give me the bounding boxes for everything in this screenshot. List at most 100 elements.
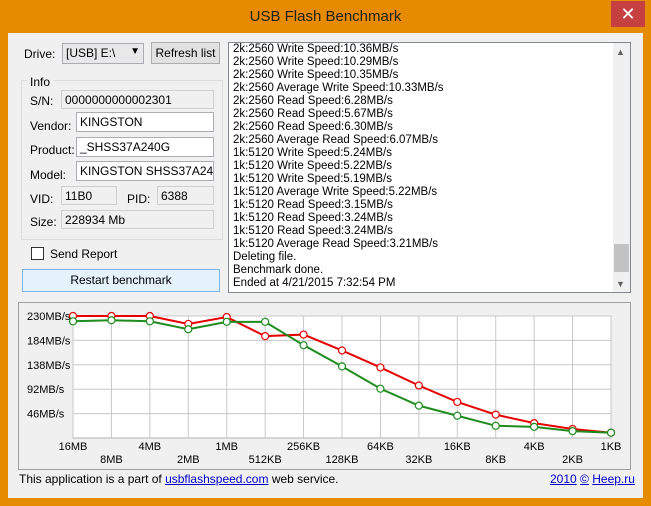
vendor-field[interactable]: KINGSTON (76, 112, 214, 132)
x-tick-label: 4MB (139, 441, 162, 453)
log-lines: 2k:2560 Write Speed:10.36MB/s 2k:2560 Wri… (233, 43, 608, 290)
speed-chart-svg: 230MB/s 184MB/s 138MB/s 92MB/s 46MB/s 16MB 8MB… (27, 311, 622, 466)
footer-suffix: web service. (268, 472, 339, 486)
send-report-label[interactable]: Send Report (50, 247, 117, 261)
x-tick-label: 64KB (367, 441, 394, 453)
drive-select-value: [USB] E:\ (66, 46, 116, 60)
data-point (530, 422, 539, 431)
heep-link[interactable]: Heep.ru (592, 472, 635, 486)
vid-label: VID: (30, 192, 54, 206)
data-point (337, 362, 347, 371)
x-tick-label: 2KB (562, 454, 583, 466)
pid-field: 6388 (157, 186, 214, 205)
scroll-down-icon[interactable]: ▼ (616, 279, 625, 289)
size-field: 228934 Mb (61, 210, 214, 229)
refresh-list-button[interactable]: Refresh list (151, 42, 220, 64)
data-point (222, 317, 231, 326)
log-line: 1k:5120 Read Speed:3.24MB/s (233, 225, 393, 237)
vendor-label: Vendor: (30, 119, 72, 133)
data-point (376, 384, 385, 393)
log-line: Benchmark done. (233, 264, 324, 276)
model-field[interactable]: KINGSTON SHSS37A240G (76, 161, 214, 181)
log-line: 2k:2560 Read Speed:6.30MB/s (233, 121, 393, 133)
y-tick-label: 230MB/s (27, 311, 71, 323)
data-point (261, 332, 270, 341)
x-tick-label: 1MB (215, 441, 238, 453)
sn-field: 0000000000002301 (61, 90, 214, 109)
close-button[interactable]: ✕ (611, 1, 645, 27)
log-line: 1k:5120 Read Speed:3.15MB/s (233, 199, 393, 211)
x-tick-label: 16KB (444, 441, 471, 453)
product-label: Product: (30, 143, 75, 157)
size-label: Size: (30, 215, 57, 229)
x-tick-label: 128KB (325, 454, 358, 466)
x-tick-label: 1KB (601, 441, 622, 453)
footer-prefix: This application is a part of (19, 472, 166, 486)
drive-label: Drive: (24, 47, 56, 61)
x-tick-label: 256KB (287, 441, 320, 453)
log-line: 1k:5120 Average Read Speed:3.21MB/s (233, 238, 439, 250)
x-tick-label: 8KB (485, 454, 506, 466)
sn-label: S/N: (30, 94, 54, 108)
data-point (145, 317, 154, 326)
footer-text: This application is a part of usbflashsp… (19, 472, 339, 486)
drive-select[interactable]: [USB] E:\ ▼ (62, 43, 144, 64)
data-point (299, 330, 308, 339)
data-point (491, 410, 500, 419)
send-report-checkbox[interactable] (31, 247, 44, 260)
data-point (414, 401, 423, 410)
data-point (606, 428, 616, 437)
data-point (299, 341, 308, 350)
data-point (453, 397, 462, 407)
window-title: USB Flash Benchmark (249, 8, 402, 25)
restart-benchmark-button[interactable]: Restart benchmark (22, 269, 220, 292)
product-field[interactable]: _SHSS37A240G (76, 137, 214, 157)
data-point (337, 346, 347, 355)
y-tick-label: 138MB/s (27, 360, 71, 372)
data-point (184, 325, 193, 334)
data-point (107, 316, 116, 325)
log-line: 2k:2560 Write Speed:10.36MB/s (233, 43, 399, 55)
copyright: 2010 © Heep.ru (550, 472, 635, 486)
log-textbox[interactable]: 2k:2560 Write Speed:10.36MB/s 2k:2560 Wri… (228, 42, 631, 293)
info-group-title: Info (27, 75, 54, 89)
log-scrollbar[interactable]: ▲ ▼ (613, 43, 630, 292)
data-point (414, 381, 423, 390)
log-line: 1k:5120 Average Write Speed:5.22MB/s (233, 186, 438, 198)
x-tick-label: 2MB (177, 454, 200, 466)
data-point (568, 427, 577, 436)
x-tick-label: 512KB (249, 454, 282, 466)
log-line: 1k:5120 Read Speed:3.24MB/s (233, 212, 393, 224)
y-tick-label: 184MB/s (27, 335, 71, 347)
x-tick-label: 4KB (524, 441, 545, 453)
scroll-up-icon[interactable]: ▲ (616, 47, 625, 57)
log-line: 2k:2560 Average Write Speed:10.33MB/s (233, 82, 444, 94)
model-label: Model: (30, 168, 67, 182)
log-line: 1k:5120 Write Speed:5.24MB/s (233, 147, 392, 159)
data-point (261, 317, 270, 326)
usbflashspeed-link[interactable]: usbflashspeed.com (165, 472, 268, 486)
data-point (376, 363, 385, 372)
pid-label: PID: (127, 192, 151, 206)
log-line: 2k:2560 Read Speed:5.67MB/s (233, 108, 393, 120)
log-line: 1k:5120 Write Speed:5.22MB/s (233, 160, 392, 172)
chevron-down-icon: ▼ (130, 46, 140, 57)
log-line: 2k:2560 Write Speed:10.29MB/s (233, 56, 399, 68)
copyright-symbol: © (580, 472, 589, 486)
data-point (491, 421, 500, 430)
main-panel: Drive: [USB] E:\ ▼ Refresh list Info S/N… (8, 33, 643, 498)
copyright-year[interactable]: 2010 (550, 472, 577, 486)
log-line: 2k:2560 Write Speed:10.35MB/s (233, 69, 399, 81)
y-tick-label: 92MB/s (27, 384, 65, 396)
x-tick-label: 16MB (59, 441, 88, 453)
scroll-thumb[interactable] (614, 244, 629, 272)
log-line: 2k:2560 Read Speed:6.28MB/s (233, 95, 393, 107)
title-bar: USB Flash Benchmark ✕ (0, 0, 651, 33)
x-tick-label: 32KB (405, 454, 432, 466)
x-tick-label: 8MB (100, 454, 123, 466)
y-tick-label: 46MB/s (27, 409, 65, 421)
log-line: 2k:2560 Average Read Speed:6.07MB/s (233, 134, 439, 146)
log-line: Deleting file. (233, 251, 297, 263)
vid-field: 11B0 (61, 186, 117, 205)
log-line: Ended at 4/21/2015 7:32:54 PM (233, 277, 396, 289)
